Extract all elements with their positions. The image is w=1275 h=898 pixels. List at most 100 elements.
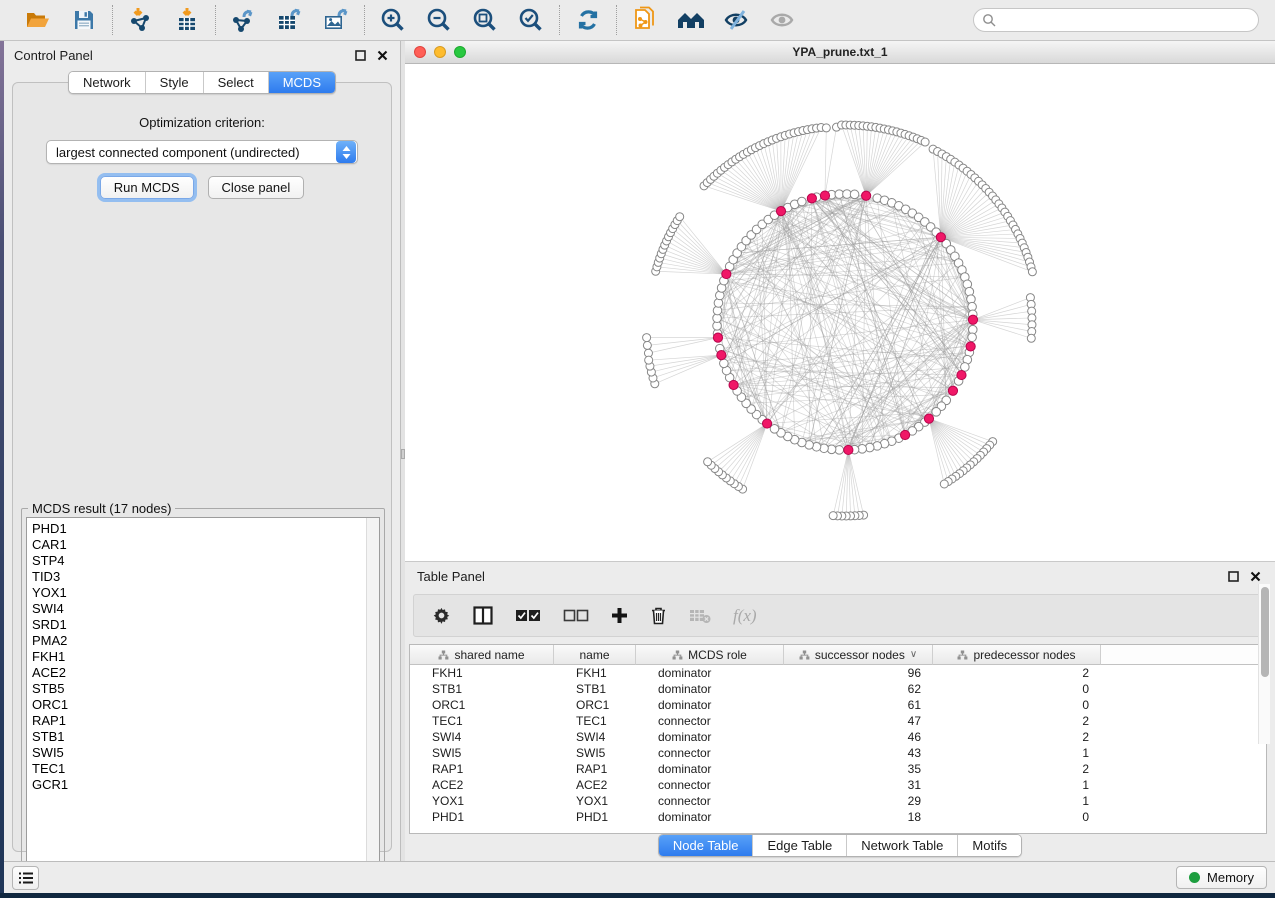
- table-row[interactable]: RAP1RAP1dominator352: [410, 761, 1266, 777]
- zoom-fit-button[interactable]: [470, 5, 500, 35]
- graph-node[interactable]: [940, 480, 948, 488]
- tab-network[interactable]: Network: [69, 72, 145, 93]
- copy-network-button[interactable]: [630, 5, 660, 35]
- select-all-button[interactable]: [515, 609, 541, 623]
- close-panel-button[interactable]: Close panel: [208, 176, 305, 199]
- list-scrollbar[interactable]: [366, 518, 379, 874]
- mcds-result-item[interactable]: RAP1: [32, 713, 366, 729]
- maximize-window-icon[interactable]: [454, 46, 466, 58]
- graph-hub-node[interactable]: [844, 445, 853, 454]
- graph-hub-node[interactable]: [807, 194, 816, 203]
- show-columns-button[interactable]: [473, 606, 493, 625]
- graph-node[interactable]: [850, 190, 859, 199]
- graph-node[interactable]: [720, 359, 729, 368]
- mcds-result-item[interactable]: YOX1: [32, 585, 366, 601]
- table-options-button[interactable]: [432, 606, 451, 625]
- graph-hub-node[interactable]: [957, 370, 966, 379]
- graph-hub-node[interactable]: [717, 351, 726, 360]
- mcds-result-item[interactable]: GCR1: [32, 777, 366, 793]
- graph-hub-node[interactable]: [936, 233, 945, 242]
- import-network-button[interactable]: [126, 5, 156, 35]
- graph-hub-node[interactable]: [948, 386, 957, 395]
- mcds-result-item[interactable]: TEC1: [32, 761, 366, 777]
- table-row[interactable]: PHD1PHD1dominator180: [410, 809, 1266, 825]
- column-header-successor-nodes[interactable]: successor nodes∨: [784, 645, 933, 665]
- hide-panel-button[interactable]: [722, 5, 752, 35]
- table-row[interactable]: ACE2ACE2connector311: [410, 777, 1266, 793]
- mcds-result-item[interactable]: ORC1: [32, 697, 366, 713]
- export-table-button[interactable]: [275, 5, 305, 35]
- go-home-button[interactable]: [676, 5, 706, 35]
- table-row[interactable]: YOX1YOX1connector291: [410, 793, 1266, 809]
- zoom-out-button[interactable]: [424, 5, 454, 35]
- mcds-result-item[interactable]: TID3: [32, 569, 366, 585]
- mcds-result-item[interactable]: PMA2: [32, 633, 366, 649]
- column-header-MCDS-role[interactable]: MCDS role: [636, 645, 784, 665]
- mcds-result-item[interactable]: SWI5: [32, 745, 366, 761]
- graph-hub-node[interactable]: [968, 315, 977, 324]
- graph-hub-node[interactable]: [900, 430, 909, 439]
- add-column-button[interactable]: [611, 607, 628, 624]
- graph-node[interactable]: [822, 124, 830, 132]
- graph-node[interactable]: [961, 363, 970, 372]
- graph-hub-node[interactable]: [776, 207, 785, 216]
- table-row[interactable]: SWI4SWI4dominator462: [410, 729, 1266, 745]
- tab-style[interactable]: Style: [145, 72, 203, 93]
- optimization-criterion-select[interactable]: largest connected component (undirected): [46, 140, 358, 164]
- tab-edge-table[interactable]: Edge Table: [752, 835, 846, 856]
- graph-hub-node[interactable]: [722, 269, 731, 278]
- graph-node[interactable]: [798, 197, 807, 206]
- graph-node[interactable]: [968, 333, 977, 342]
- graph-node[interactable]: [1028, 268, 1036, 276]
- table-row[interactable]: TEC1TEC1connector472: [410, 713, 1266, 729]
- tab-node-table[interactable]: Node Table: [659, 835, 753, 856]
- apply-layout-button[interactable]: [573, 5, 603, 35]
- mcds-result-list[interactable]: PHD1CAR1STP4TID3YOX1SWI4SRD1PMA2FKH1ACE2…: [26, 517, 380, 875]
- minimize-window-icon[interactable]: [434, 46, 446, 58]
- table-row[interactable]: ORC1ORC1dominator610: [410, 697, 1266, 713]
- graph-node[interactable]: [1027, 334, 1035, 342]
- open-file-button[interactable]: [23, 5, 53, 35]
- graph-node[interactable]: [643, 341, 651, 349]
- mcds-result-item[interactable]: FKH1: [32, 649, 366, 665]
- column-header-shared-name[interactable]: shared name: [410, 645, 554, 665]
- delete-table-button[interactable]: [689, 608, 711, 624]
- graph-node[interactable]: [704, 458, 712, 466]
- graph-node[interactable]: [676, 213, 684, 221]
- zoom-selected-button[interactable]: [516, 5, 546, 35]
- export-image-button[interactable]: [321, 5, 351, 35]
- graph-hub-node[interactable]: [924, 414, 933, 423]
- mcds-result-item[interactable]: STB1: [32, 729, 366, 745]
- graph-hub-node[interactable]: [820, 191, 829, 200]
- mcds-result-item[interactable]: SRD1: [32, 617, 366, 633]
- column-header-predecessor-nodes[interactable]: predecessor nodes: [933, 645, 1101, 665]
- close-table-panel-icon[interactable]: [1247, 568, 1263, 584]
- graph-hub-node[interactable]: [762, 419, 771, 428]
- table-row[interactable]: STB1STB1dominator620: [410, 681, 1266, 697]
- graph-node[interactable]: [932, 408, 941, 417]
- network-canvas[interactable]: [405, 64, 1275, 561]
- search-field[interactable]: [973, 8, 1259, 32]
- delete-columns-button[interactable]: [650, 606, 667, 625]
- scrollbar-thumb[interactable]: [1261, 587, 1269, 677]
- graph-node[interactable]: [829, 512, 837, 520]
- graph-hub-node[interactable]: [729, 380, 738, 389]
- tab-select[interactable]: Select: [203, 72, 268, 93]
- unselect-all-button[interactable]: [563, 609, 589, 623]
- float-panel-icon[interactable]: [352, 47, 368, 63]
- export-network-button[interactable]: [229, 5, 259, 35]
- import-table-button[interactable]: [172, 5, 202, 35]
- mcds-result-item[interactable]: ACE2: [32, 665, 366, 681]
- show-panel-button[interactable]: [768, 5, 798, 35]
- tab-network-table[interactable]: Network Table: [846, 835, 957, 856]
- search-input[interactable]: [996, 13, 1246, 27]
- zoom-in-button[interactable]: [378, 5, 408, 35]
- graph-hub-node[interactable]: [713, 333, 722, 342]
- mcds-result-item[interactable]: CAR1: [32, 537, 366, 553]
- task-history-button[interactable]: [12, 866, 39, 890]
- tab-mcds[interactable]: MCDS: [268, 72, 335, 93]
- memory-button[interactable]: Memory: [1176, 866, 1267, 889]
- save-session-button[interactable]: [69, 5, 99, 35]
- graph-hub-node[interactable]: [862, 191, 871, 200]
- table-row[interactable]: FKH1FKH1dominator962: [410, 665, 1266, 681]
